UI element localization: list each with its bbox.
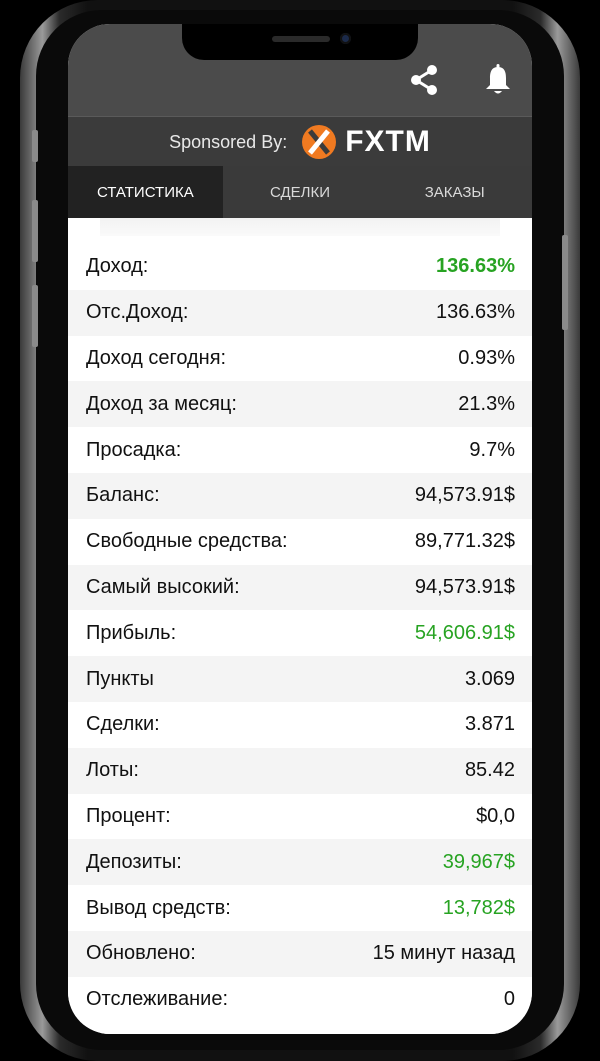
stat-label: Баланс: [86, 484, 160, 507]
stat-label: Свободные средства: [86, 530, 288, 553]
stat-label: Обновлено: [86, 942, 196, 965]
stat-label: Самый высокий: [86, 575, 240, 598]
speaker [272, 36, 330, 42]
stat-label: Доход за месяц: [86, 392, 237, 415]
stats-list: Доход: 136.63% Отс.Доход: 136.63% Доход се… [68, 244, 532, 1023]
stat-value: 54,606.91$ [414, 621, 515, 644]
stat-value: 0.93% [458, 346, 515, 369]
fxtm-logo-icon [302, 125, 337, 159]
stat-row-balance: Баланс: 94,573.91$ [68, 472, 532, 519]
phone-screen: Sponsored By: FXTM СТАТИСТИКА СДЕЛКИ ЗАК… [68, 24, 532, 1034]
stat-label: Отслеживание: [86, 988, 229, 1011]
stat-row-deposits: Депозиты: 39,967$ [68, 839, 532, 886]
stat-value: 94,573.91$ [414, 575, 515, 598]
stat-value: 85.42 [464, 759, 515, 782]
stat-row-percent: Процент: $0,0 [68, 794, 532, 840]
stat-value: 3.871 [464, 713, 515, 736]
tab-statistics[interactable]: СТАТИСТИКА [68, 166, 223, 218]
stat-label: Вывод средств: [86, 896, 231, 919]
stat-value: 9.7% [469, 438, 515, 461]
stat-label: Пункты [86, 667, 154, 690]
stat-row-highest: Самый высокий: 94,573.91$ [68, 564, 532, 611]
stat-label: Сделки: [86, 713, 160, 736]
stat-row-income: Доход: 136.63% [68, 244, 532, 290]
stat-value: 13,782$ [442, 896, 515, 919]
stat-value: 94,573.91$ [414, 484, 515, 507]
stat-label: Процент: [86, 804, 171, 827]
stat-row-withdrawals: Вывод средств: 13,782$ [68, 885, 532, 931]
stat-row-abs-income: Отс.Доход: 136.63% [68, 289, 532, 336]
stat-value: $0,0 [476, 804, 515, 827]
stat-label: Просадка: [86, 438, 182, 461]
tab-bar: СТАТИСТИКА СДЕЛКИ ЗАКАЗЫ [68, 166, 532, 218]
bell-icon[interactable] [480, 62, 516, 98]
tab-orders[interactable]: ЗАКАЗЫ [377, 166, 532, 218]
stat-row-drawdown: Просадка: 9.7% [68, 427, 532, 473]
notch [182, 24, 418, 60]
fxtm-logo[interactable]: FXTM [301, 124, 431, 160]
stat-row-free-funds: Свободные средства: 89,771.32$ [68, 519, 532, 565]
stat-value: 136.63% [436, 301, 515, 324]
stat-label: Депозиты: [86, 850, 182, 873]
stat-row-lots: Лоты: 85.42 [68, 747, 532, 794]
stat-value: 39,967$ [442, 850, 515, 873]
stat-row-tracking: Отслеживание: 0 [68, 977, 532, 1023]
share-icon[interactable] [407, 62, 443, 98]
stat-value: 0 [503, 988, 515, 1011]
camera [340, 33, 351, 44]
stat-value: 21.3% [458, 392, 515, 415]
fxtm-brand-text: FXTM [345, 125, 431, 158]
sponsor-label: Sponsored By: [169, 131, 288, 152]
app-header [68, 24, 532, 116]
stat-row-deals: Сделки: 3.871 [68, 702, 532, 748]
stat-label: Лоты: [86, 759, 139, 782]
stat-value: 136.63% [436, 255, 515, 278]
stat-label: Прибыль: [86, 621, 177, 644]
volume-up-button [32, 200, 38, 262]
power-button [562, 235, 568, 330]
volume-down-button [32, 285, 38, 347]
sponsor-bar: Sponsored By: FXTM [68, 116, 532, 167]
stat-value: 3.069 [464, 667, 515, 690]
stats-panel: Доход: 136.63% Отс.Доход: 136.63% Доход се… [68, 218, 532, 1034]
stat-row-profit: Прибыль: 54,606.91$ [68, 610, 532, 656]
stat-row-points: Пункты 3.069 [68, 656, 532, 702]
stat-value: 89,771.32$ [414, 530, 515, 553]
stat-row-updated: Обновлено: 15 минут назад [68, 930, 532, 977]
stat-label: Отс.Доход: [86, 301, 189, 324]
tab-deals[interactable]: СДЕЛКИ [223, 166, 378, 218]
stat-row-income-month: Доход за месяц: 21.3% [68, 381, 532, 428]
stat-label: Доход сегодня: [86, 346, 227, 369]
stat-row-income-today: Доход сегодня: 0.93% [68, 336, 532, 382]
mute-switch [32, 130, 38, 162]
stat-value: 15 минут назад [372, 942, 515, 965]
top-shadow-strip [100, 218, 500, 236]
stat-label: Доход: [86, 255, 149, 278]
